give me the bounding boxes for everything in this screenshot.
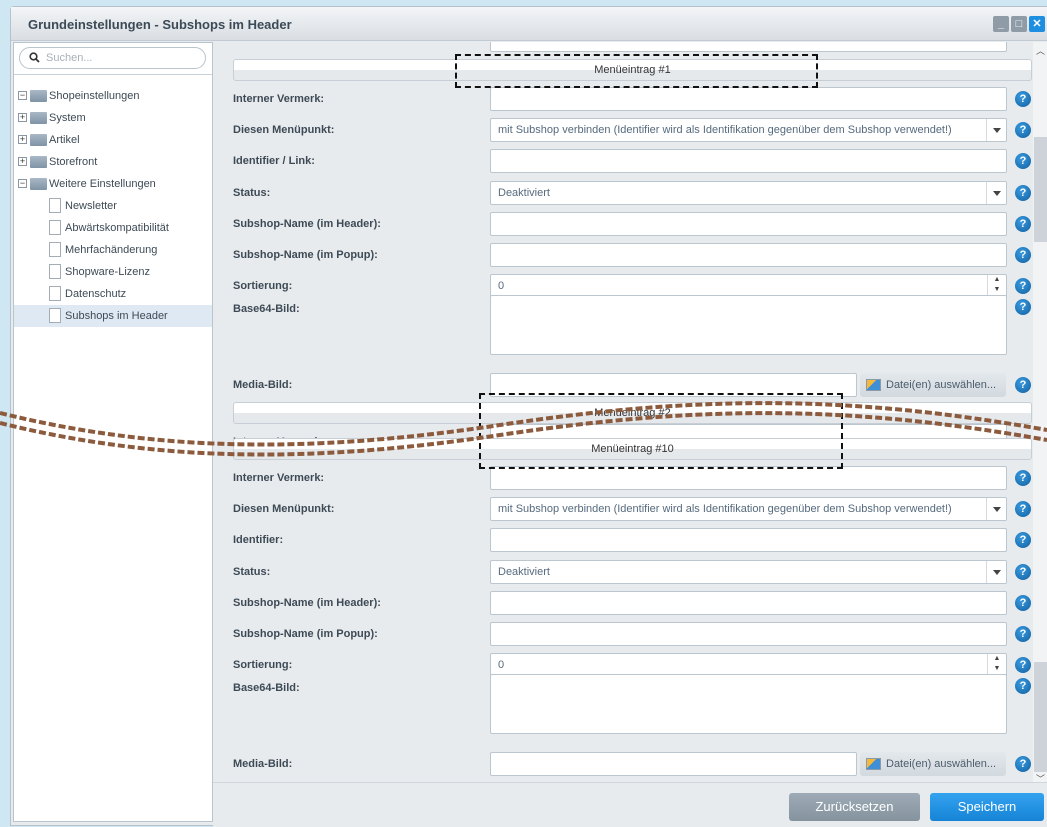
cut-line	[0, 401, 1047, 457]
